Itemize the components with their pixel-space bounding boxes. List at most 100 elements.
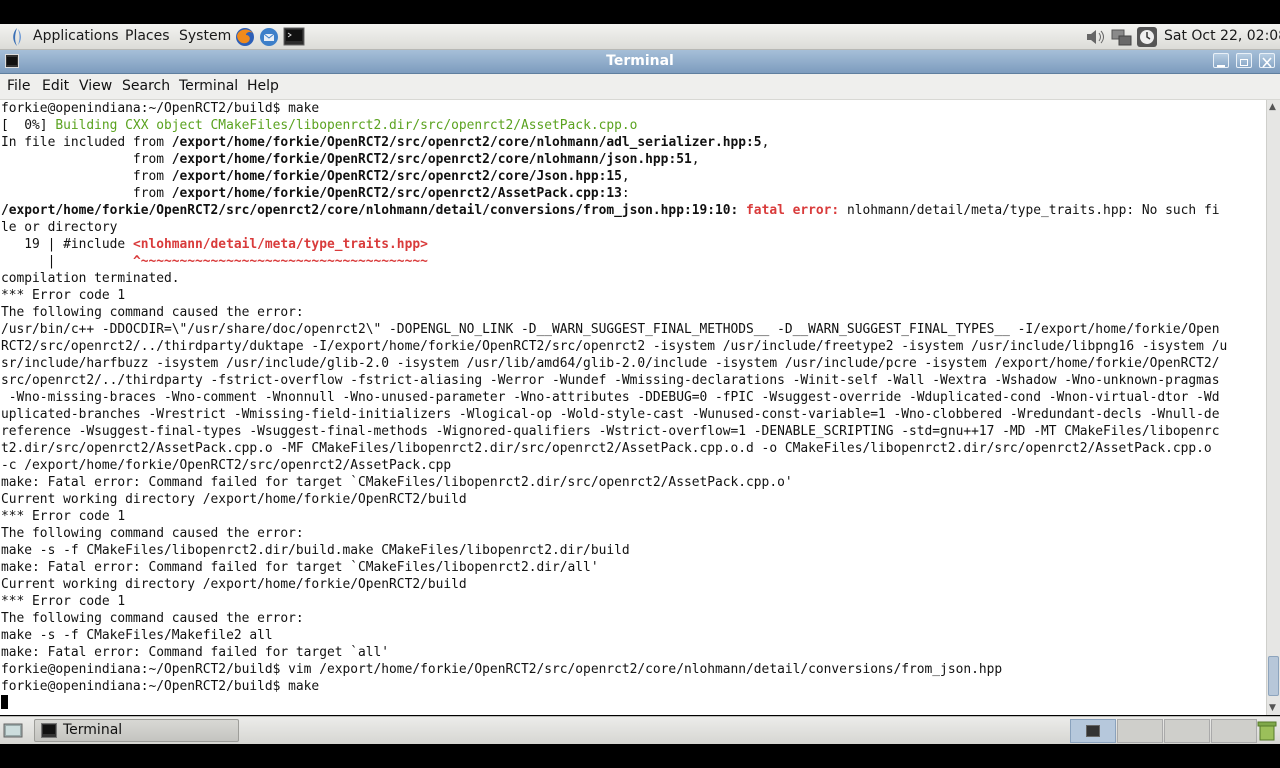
terminal-line: -c /export/home/forkie/OpenRCT2/src/open… <box>1 457 1227 474</box>
terminal-line: *** Error code 1 <box>1 287 1227 304</box>
network-icon[interactable] <box>1110 27 1134 47</box>
menubar: File Edit View Search Terminal Help <box>0 74 1280 100</box>
terminal-text-segment: make: Fatal error: Command failed for ta… <box>1 560 599 575</box>
terminal-line: RCT2/src/openrct2/../thirdparty/duktape … <box>1 338 1227 355</box>
thunderbird-icon[interactable] <box>258 26 280 48</box>
taskbar-terminal-label: Terminal <box>63 722 123 738</box>
terminal-line: le or directory <box>1 219 1227 236</box>
close-button[interactable] <box>1259 53 1275 68</box>
terminal-line: make: Fatal error: Command failed for ta… <box>1 559 1227 576</box>
terminal-text-segment: [ 0%] <box>1 118 56 133</box>
menu-edit[interactable]: Edit <box>42 74 69 99</box>
terminal-text-segment: RCT2/src/openrct2/../thirdparty/duktape … <box>1 339 1228 354</box>
terminal-text-segment: reference -Wsuggest-final-types -Wsugges… <box>1 424 1220 439</box>
terminal-line: In file included from /export/home/forki… <box>1 134 1227 151</box>
bottom-panel: Terminal <box>0 716 1280 745</box>
terminal-line: The following command caused the error: <box>1 610 1227 627</box>
terminal-line: t2.dir/src/openrct2/AssetPack.cpp.o -MF … <box>1 440 1227 457</box>
terminal-text-segment: make: Fatal error: Command failed for ta… <box>1 645 390 660</box>
bottom-black-border <box>0 744 1280 768</box>
scrollbar-thumb[interactable] <box>1268 656 1279 696</box>
terminal-text-segment: src/openrct2/../thirdparty -fstrict-over… <box>1 373 1220 388</box>
scroll-up-icon[interactable]: ▲ <box>1269 102 1276 112</box>
terminal-line: The following command caused the error: <box>1 525 1227 542</box>
terminal-text-segment: /export/home/forkie/OpenRCT2/src/openrct… <box>171 135 762 150</box>
minimize-icon <box>1217 65 1225 67</box>
clock-label[interactable]: Sat Oct 22, 02:08 <box>1164 24 1280 49</box>
terminal-line: *** Error code 1 <box>1 593 1227 610</box>
taskbar-terminal-button[interactable]: Terminal <box>34 719 239 742</box>
terminal-text-segment: Building CXX object CMakeFiles/libopenrc… <box>55 118 638 133</box>
terminal-text-segment: The following command caused the error: <box>1 526 304 541</box>
terminal-line: /usr/bin/c++ -DDOCDIR=\"/usr/share/doc/o… <box>1 321 1227 338</box>
terminal-text-segment: : <box>621 186 630 201</box>
terminal-text-segment: *** Error code 1 <box>1 288 126 303</box>
terminal-text-segment: t2.dir/src/openrct2/AssetPack.cpp.o -MF … <box>1 441 1212 456</box>
terminal-text-segment: -Wno-missing-braces -Wno-comment -Wnonnu… <box>1 390 1220 405</box>
terminal-text-segment: The following command caused the error: <box>1 305 304 320</box>
window-titlebar[interactable]: Terminal <box>0 50 1280 74</box>
terminal-line: /export/home/forkie/OpenRCT2/src/openrct… <box>1 202 1227 219</box>
menu-search[interactable]: Search <box>122 74 170 99</box>
maximize-button[interactable] <box>1236 53 1252 68</box>
terminal-text-segment: fatal error: <box>746 203 847 218</box>
terminal-text-segment: sr/include/harfbuzz -isystem /usr/includ… <box>1 356 1220 371</box>
menu-terminal[interactable]: Terminal <box>179 74 238 99</box>
terminal-text-segment: Current working directory /export/home/f… <box>1 492 467 507</box>
terminal-text-segment: forkie@openindiana:~/OpenRCT2/build$ vim… <box>1 662 1003 677</box>
applications-menu[interactable]: Applications <box>33 24 119 49</box>
terminal-cursor-line <box>1 695 1227 712</box>
places-menu[interactable]: Places <box>125 24 170 49</box>
terminal-line: forkie@openindiana:~/OpenRCT2/build$ vim… <box>1 661 1227 678</box>
window-menu-icon[interactable] <box>5 54 19 68</box>
terminal-line: Current working directory /export/home/f… <box>1 491 1227 508</box>
clock-icon[interactable] <box>1136 26 1158 48</box>
terminal-line: forkie@openindiana:~/OpenRCT2/build$ mak… <box>1 678 1227 695</box>
terminal-text-segment: *** Error code 1 <box>1 509 126 524</box>
terminal-text-segment: -c /export/home/forkie/OpenRCT2/src/open… <box>1 458 452 473</box>
show-desktop-icon[interactable] <box>3 722 23 740</box>
terminal-output[interactable]: forkie@openindiana:~/OpenRCT2/build$ mak… <box>0 100 1266 715</box>
terminal-text-segment: uplicated-branches -Wrestrict -Wmissing-… <box>1 407 1220 422</box>
terminal-line: Current working directory /export/home/f… <box>1 576 1227 593</box>
workspace-3[interactable] <box>1164 719 1210 743</box>
system-menu[interactable]: System <box>179 24 231 49</box>
terminal-scrollbar[interactable]: ▲ ▼ <box>1266 100 1280 715</box>
terminal-text-segment: /export/home/forkie/OpenRCT2/src/openrct… <box>1 203 747 218</box>
terminal-text-segment: /usr/bin/c++ -DDOCDIR=\"/usr/share/doc/o… <box>1 322 1220 337</box>
terminal-line: make -s -f CMakeFiles/libopenrct2.dir/bu… <box>1 542 1227 559</box>
top-panel: Applications Places System Sat Oct 22, 0… <box>0 24 1280 50</box>
terminal-text-segment: from <box>1 152 172 167</box>
workspace-window-icon <box>1086 725 1100 737</box>
terminal-line: | ^~~~~~~~~~~~~~~~~~~~~~~~~~~~~~~~~~~~~~ <box>1 253 1227 270</box>
scroll-down-icon[interactable]: ▼ <box>1269 703 1276 713</box>
menu-help[interactable]: Help <box>247 74 279 99</box>
terminal-text-segment: compilation terminated. <box>1 271 180 286</box>
top-black-border <box>0 0 1280 24</box>
trash-icon[interactable] <box>1256 720 1278 742</box>
terminal-text-segment: The following command caused the error: <box>1 611 304 626</box>
terminal-text-segment: make -s -f CMakeFiles/libopenrct2.dir/bu… <box>1 543 630 558</box>
terminal-text-segment: <nlohmann/detail/meta/type_traits.hpp> <box>132 237 428 252</box>
terminal-text-segment: le or directory <box>1 220 118 235</box>
workspace-2[interactable] <box>1117 719 1163 743</box>
menu-view[interactable]: View <box>79 74 112 99</box>
distro-logo-icon[interactable] <box>8 27 26 47</box>
volume-icon[interactable] <box>1085 28 1107 46</box>
terminal-launcher-icon[interactable] <box>283 27 305 46</box>
terminal-text-segment: /export/home/forkie/OpenRCT2/src/openrct… <box>171 169 622 184</box>
terminal-cursor <box>1 695 8 709</box>
workspace-4[interactable] <box>1211 719 1257 743</box>
workspace-1[interactable] <box>1070 719 1116 743</box>
terminal-line: -Wno-missing-braces -Wno-comment -Wnonnu… <box>1 389 1227 406</box>
terminal-line: [ 0%] Building CXX object CMakeFiles/lib… <box>1 117 1227 134</box>
terminal-line: from /export/home/forkie/OpenRCT2/src/op… <box>1 168 1227 185</box>
terminal-line: reference -Wsuggest-final-types -Wsugges… <box>1 423 1227 440</box>
terminal-line: make: Fatal error: Command failed for ta… <box>1 474 1227 491</box>
minimize-button[interactable] <box>1213 53 1229 68</box>
firefox-icon[interactable] <box>234 26 256 48</box>
menu-file[interactable]: File <box>7 74 30 99</box>
terminal-line: compilation terminated. <box>1 270 1227 287</box>
terminal-text-segment: make -s -f CMakeFiles/Makefile2 all <box>1 628 273 643</box>
terminal-text-segment: ^~~~~~~~~~~~~~~~~~~~~~~~~~~~~~~~~~~~~~ <box>132 254 428 269</box>
